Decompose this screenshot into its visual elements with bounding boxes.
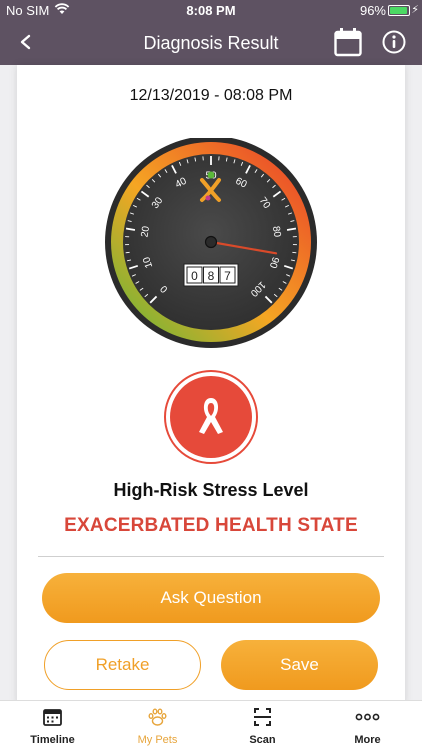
calendar-icon[interactable] [334,27,362,57]
status-bar: No SIM 8:08 PM 96% ⚡ [0,0,422,22]
tab-timeline[interactable]: Timeline [0,701,105,750]
more-dots-icon [355,713,380,721]
gauge-digit: 8 [208,269,215,283]
gauge-tick-label: 20 [140,225,153,238]
save-button[interactable]: Save [221,640,378,690]
gauge-tick-label: 80 [270,225,283,238]
battery-icon [388,5,410,16]
tab-scan[interactable]: Scan [210,701,315,750]
tab-more[interactable]: More [315,701,420,750]
tab-label: More [354,734,381,746]
charging-icon: ⚡ [411,4,419,16]
scan-icon [254,708,271,726]
status-time: 8:08 PM [186,3,236,18]
info-icon[interactable] [382,30,406,54]
stress-gauge: 0102030405060708090100 0 8 7 [105,138,317,348]
gauge-minor-tick [292,251,297,254]
gauge-minor-tick [125,251,130,254]
gauge-counter: 0 8 7 [183,263,239,287]
tab-label: My Pets [137,734,178,746]
retake-button[interactable]: Retake [44,640,201,690]
diagnosis-datetime: 12/13/2019 - 08:08 PM [129,87,293,104]
divider [38,556,384,557]
ask-question-button[interactable]: Ask Question [42,573,380,623]
gauge-digit: 7 [224,269,231,283]
tab-label: Timeline [30,734,75,746]
risk-level-label: High-Risk Stress Level [113,480,309,500]
health-state-label: EXACERBATED HEALTH STATE [64,515,358,536]
risk-badge [164,370,258,464]
tab-my-pets[interactable]: My Pets [105,701,210,750]
paw-icon [148,708,167,726]
battery-percent: 96% [359,3,386,18]
nav-bar: Diagnosis Result [0,22,422,65]
tab-bar: Timeline My Pets Scan More [0,700,422,750]
calendar-icon [43,709,62,726]
gauge-digit: 0 [191,269,198,283]
gauge-hub [204,235,218,249]
tab-label: Scan [249,734,276,746]
